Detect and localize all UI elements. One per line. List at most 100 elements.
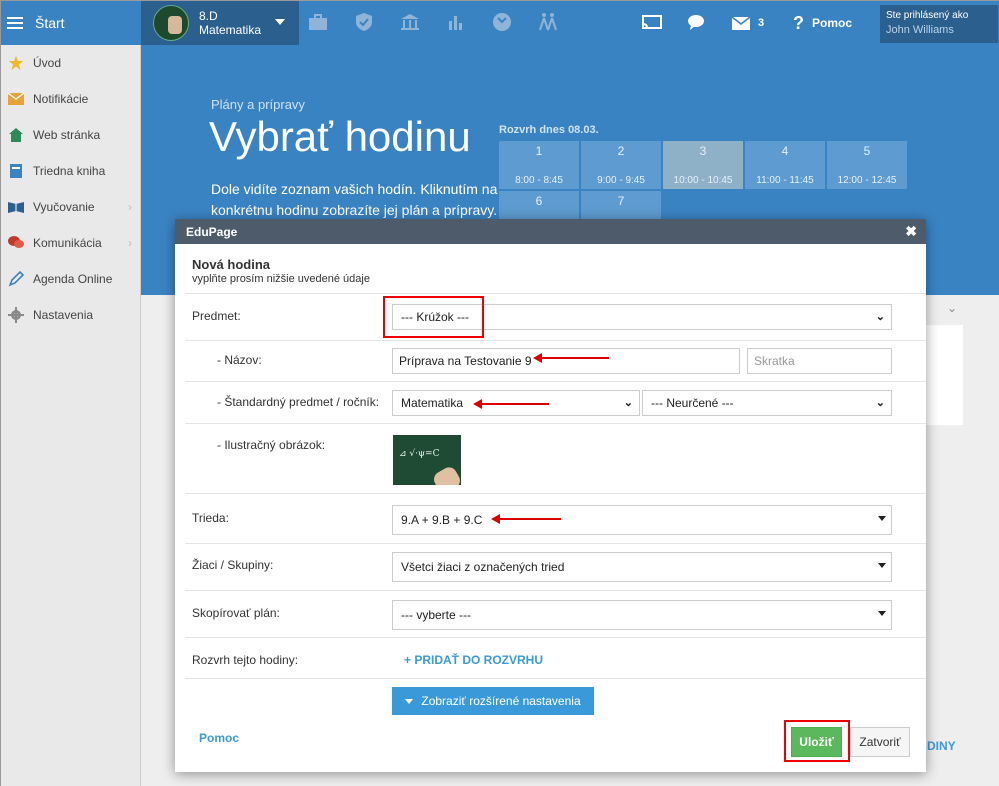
schedule-slot[interactable]: 2 9:00 - 9:45 (581, 141, 661, 189)
sidebar-item-triedna-kniha[interactable]: Triedna kniha (1, 153, 140, 189)
chevron-right-icon: › (128, 236, 132, 250)
messages-button[interactable]: 3 (732, 1, 764, 45)
ziaci-select[interactable]: Všetci žiaci z označených tried (392, 552, 892, 582)
dialog-title: Nová hodina (192, 257, 271, 272)
dialog-header: EduPage ✖ (175, 219, 926, 244)
schedule-slot[interactable]: 1 8:00 - 8:45 (499, 141, 579, 189)
skratka-input[interactable]: Skratka (747, 348, 892, 374)
background-card (925, 325, 963, 425)
class-avatar (153, 5, 189, 41)
sidebar-item-label: Triedna kniha (33, 164, 106, 178)
help-link[interactable]: Pomoc (199, 731, 239, 745)
start-menu-button[interactable]: Štart (1, 1, 141, 45)
sidebar-item-notifikacie[interactable]: Notifikácie (1, 81, 140, 117)
user-name: John Williams (886, 24, 954, 36)
close-button[interactable]: Zatvoriť (850, 727, 910, 757)
schedule-label: Rozvrh tejto hodiny: (192, 653, 299, 667)
star-icon (7, 55, 25, 71)
briefcase-icon[interactable] (307, 11, 329, 33)
trieda-select[interactable]: 9.A + 9.B + 9.C (392, 505, 892, 535)
divider (185, 340, 926, 341)
nav-icons (307, 11, 583, 33)
caret-down-icon (878, 516, 886, 521)
user-logged-label: Ste prihlásený ako (886, 10, 969, 21)
caret-down-icon (275, 19, 285, 25)
advanced-settings-button[interactable]: Zobraziť rozšírené nastavenia (392, 687, 594, 715)
home-icon (7, 127, 25, 143)
sidebar-item-uvod[interactable]: Úvod (1, 45, 140, 81)
clock-icon[interactable] (491, 11, 513, 33)
nazov-input[interactable]: Príprava na Testovanie 9 (392, 348, 740, 374)
question-icon: ? (793, 12, 804, 33)
close-icon[interactable]: ✖ (905, 223, 917, 240)
book-icon (7, 163, 25, 179)
divider (185, 678, 926, 679)
divider (185, 590, 926, 591)
dialog-header-title: EduPage (186, 224, 238, 239)
chevron-down-icon: ⌄ (875, 397, 885, 409)
schedule-slot-active[interactable]: 3 10:00 - 10:45 (663, 141, 743, 189)
chevron-down-icon: ⌄ (875, 311, 885, 323)
caret-down-icon (405, 698, 414, 704)
help-label: Pomoc (812, 16, 853, 30)
annotation-arrow (533, 353, 609, 363)
class-code: 8.D (199, 9, 218, 23)
shield-icon[interactable] (353, 11, 375, 33)
start-label: Štart (35, 15, 65, 31)
dialog-subtitle: vyplňte prosím nižšie uvedené údaje (192, 273, 370, 285)
divider (185, 543, 926, 544)
class-selector[interactable]: 8.D Matematika (141, 1, 299, 45)
annotation-arrow (473, 399, 549, 409)
chevron-down-icon[interactable]: ⌄ (947, 301, 957, 315)
pen-icon (7, 271, 25, 287)
copy-plan-label: Skopírovať plán: (192, 606, 280, 620)
trieda-label: Trieda: (192, 511, 229, 525)
chat-icon (7, 235, 25, 251)
envelope-icon (7, 91, 25, 107)
schedule-slot[interactable]: 5 12:00 - 12:45 (827, 141, 907, 189)
nazov-label: - Názov: (217, 353, 262, 367)
sidebar-item-label: Web stránka (33, 128, 101, 142)
sidebar-item-label: Úvod (33, 56, 62, 70)
chevron-down-icon: ⌄ (623, 397, 633, 409)
schedule-slot[interactable]: 4 11:00 - 11:45 (745, 141, 825, 189)
gear-icon (7, 307, 25, 323)
divider (185, 637, 926, 638)
sidebar-item-komunikacia[interactable]: Komunikácia › (1, 225, 140, 261)
copy-plan-select[interactable]: --- vyberte --- (392, 600, 892, 630)
sidebar-item-vyucovanie[interactable]: Vyučovanie › (1, 189, 140, 225)
top-bar: Štart 8.D Matematika 3 ? Pomoc Ste prihl… (1, 1, 999, 45)
help-button[interactable]: ? Pomoc (793, 1, 852, 45)
new-lesson-dialog: EduPage ✖ Nová hodina vyplňte prosím niž… (175, 219, 926, 772)
user-box[interactable]: Ste prihlásený ako John Williams (880, 5, 998, 43)
hamburger-icon (7, 14, 23, 32)
class-subject: Matematika (199, 23, 262, 37)
caret-down-icon (878, 563, 886, 568)
people-walking-icon[interactable] (537, 11, 559, 33)
sidebar-item-label: Komunikácia (33, 236, 102, 250)
today-schedule-label: Rozvrh dnes 08.03. (499, 124, 599, 136)
sidebar-item-agenda-online[interactable]: Agenda Online (1, 261, 140, 297)
illustration-image[interactable]: ⊿ √·ψ=C (393, 435, 461, 485)
sidebar-item-nastavenia[interactable]: Nastavenia (1, 297, 140, 333)
add-to-schedule-link[interactable]: + PRIDAŤ DO ROZVRHU (404, 653, 543, 667)
cast-icon[interactable] (642, 1, 662, 45)
bar-chart-icon[interactable] (445, 11, 467, 33)
standard-subject-label: - Štandardný predmet / ročník: (217, 395, 380, 409)
sidebar-item-label: Notifikácie (33, 92, 89, 106)
chalkboard-drawing: ⊿ √·ψ=C (399, 449, 440, 459)
chevron-right-icon: › (128, 200, 132, 214)
chat-bubbles-icon[interactable] (687, 1, 707, 45)
sidebar-item-web-stranka[interactable]: Web stránka (1, 117, 140, 153)
divider (185, 381, 926, 382)
sidebar-item-label: Vyučovanie (33, 200, 95, 214)
bank-icon[interactable] (399, 11, 421, 33)
page-title: Vybrať hodinu (209, 113, 471, 160)
annotation-highlight (784, 720, 850, 762)
background-link-fragment: DINY (927, 739, 956, 753)
grade-select[interactable]: --- Neurčené --- ⌄ (642, 390, 892, 416)
ziaci-label: Žiaci / Skupiny: (192, 558, 274, 572)
caret-down-icon (878, 611, 886, 616)
annotation-arrow (491, 514, 561, 524)
open-book-icon (7, 199, 25, 215)
